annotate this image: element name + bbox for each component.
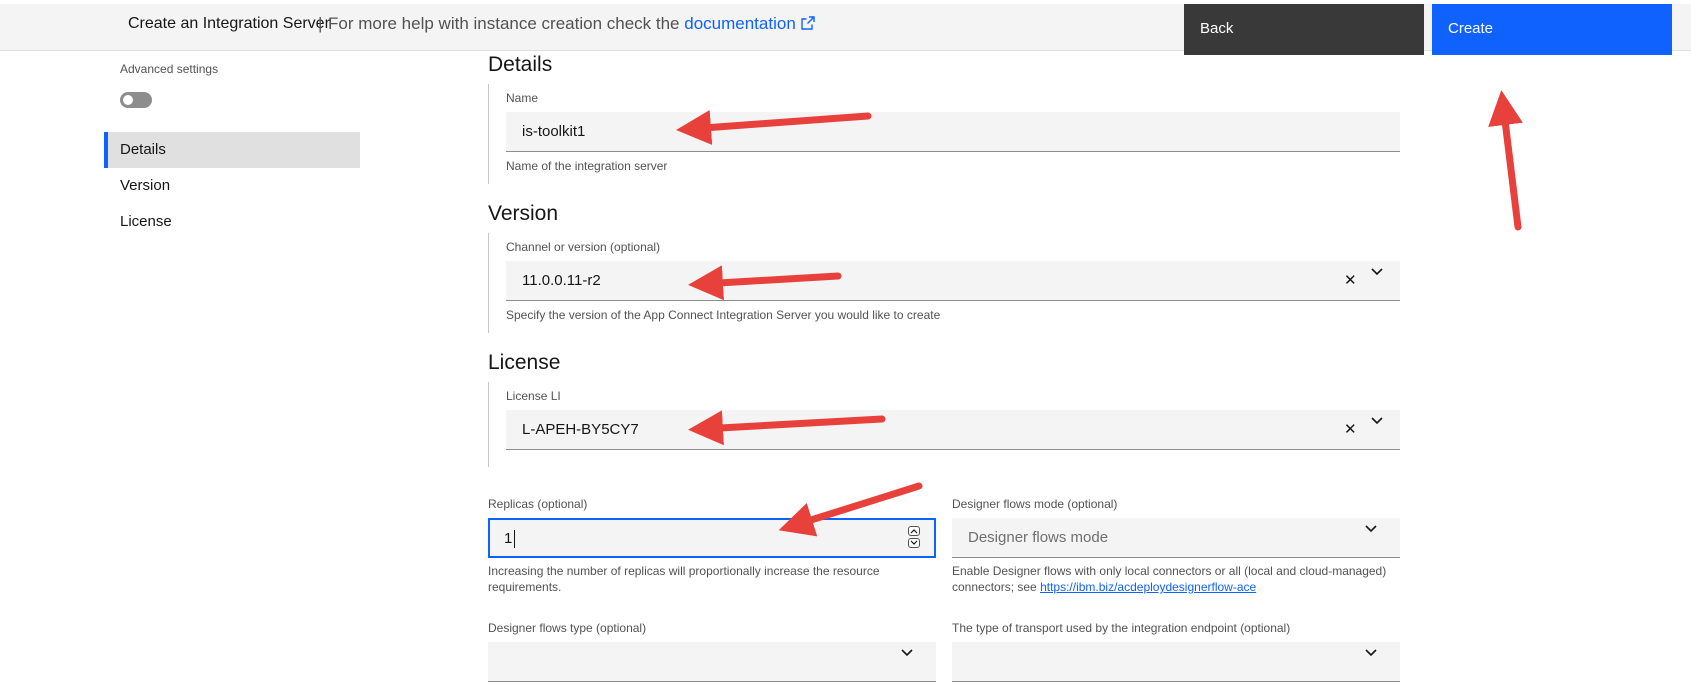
license-section-bar — [488, 382, 489, 467]
advanced-settings-label: Advanced settings — [120, 62, 219, 76]
decrement-button[interactable] — [908, 538, 920, 548]
designer-mode-placeholder[interactable]: Designer flows mode — [968, 529, 1108, 546]
documentation-link[interactable]: documentation — [684, 14, 815, 33]
chevron-down-icon[interactable] — [1364, 524, 1378, 534]
arrow-to-create — [1488, 90, 1523, 231]
designer-mode-helper-line-1: Enable Designer flows with only local co… — [952, 564, 1387, 578]
create-button[interactable]: Create — [1432, 4, 1672, 55]
channel-value[interactable]: 11.0.0.11-r2 — [522, 272, 601, 289]
designer-flow-docs-link[interactable]: https://ibm.biz/acdeploydesignerflow-ace — [1040, 580, 1256, 594]
name-value[interactable]: is-toolkit1 — [522, 123, 585, 140]
name-label: Name — [506, 91, 539, 105]
designer-type-label: Designer flows type (optional) — [488, 621, 647, 635]
replicas-helper-line-2: requirements. — [488, 580, 562, 594]
channel-label: Channel or version (optional) — [506, 240, 661, 254]
details-heading: Details — [488, 53, 553, 76]
replicas-label: Replicas (optional) — [488, 497, 588, 511]
page-title: Create an Integration Server — [128, 15, 330, 32]
designer-mode-select[interactable]: Designer flows mode — [952, 518, 1400, 558]
version-section-bar — [488, 233, 489, 333]
name-helper: Name of the integration server — [506, 159, 668, 173]
chevron-down-icon — [910, 540, 918, 545]
designer-mode-label: Designer flows mode (optional) — [952, 497, 1118, 511]
documentation-link-label[interactable]: documentation — [684, 14, 796, 33]
header-help-text: For more help with instance creation che… — [328, 14, 815, 34]
channel-combobox[interactable]: 11.0.0.11-r2 ✕ — [506, 261, 1400, 301]
replicas-helper: Increasing the number of replicas will p… — [488, 563, 936, 595]
chevron-down-icon[interactable] — [900, 648, 914, 658]
chevron-down-icon[interactable] — [1364, 648, 1378, 658]
back-button[interactable]: Back — [1184, 4, 1424, 55]
clear-icon[interactable]: ✕ — [1344, 420, 1357, 438]
name-input[interactable]: is-toolkit1 — [506, 112, 1400, 152]
transport-label: The type of transport used by the integr… — [952, 621, 1291, 635]
details-section-bar — [488, 84, 489, 184]
license-heading: License — [488, 351, 561, 374]
replicas-input[interactable]: 1 — [488, 518, 936, 558]
designer-type-select[interactable] — [488, 642, 936, 682]
advanced-settings-toggle[interactable] — [120, 92, 152, 108]
license-li-combobox[interactable]: L-APEH-BY5CY7 ✕ — [506, 410, 1400, 450]
toggle-knob — [123, 95, 133, 105]
chevron-down-icon[interactable] — [1370, 267, 1384, 277]
chevron-down-icon[interactable] — [1370, 416, 1384, 426]
text-cursor — [514, 530, 515, 548]
increment-button[interactable] — [908, 526, 920, 536]
help-text: For more help with instance creation che… — [328, 14, 680, 33]
replicas-helper-line-1: Increasing the number of replicas will p… — [488, 564, 880, 578]
sidebar-item-license[interactable]: License — [104, 204, 360, 240]
designer-mode-helper: Enable Designer flows with only local co… — [952, 563, 1412, 595]
designer-mode-helper-line-2: connectors; see — [952, 580, 1037, 594]
license-li-label: License LI — [506, 389, 561, 403]
sidebar-item-version[interactable]: Version — [104, 168, 360, 204]
external-link-icon — [800, 16, 815, 30]
replicas-value[interactable]: 1 — [504, 530, 512, 547]
transport-select[interactable] — [952, 642, 1400, 682]
version-heading: Version — [488, 202, 559, 225]
license-li-value[interactable]: L-APEH-BY5CY7 — [522, 421, 639, 438]
header-separator: | — [318, 14, 323, 33]
channel-helper: Specify the version of the App Connect I… — [506, 308, 941, 322]
clear-icon[interactable]: ✕ — [1344, 271, 1357, 289]
sidebar-item-details[interactable]: Details — [104, 132, 360, 168]
chevron-up-icon — [910, 529, 918, 534]
